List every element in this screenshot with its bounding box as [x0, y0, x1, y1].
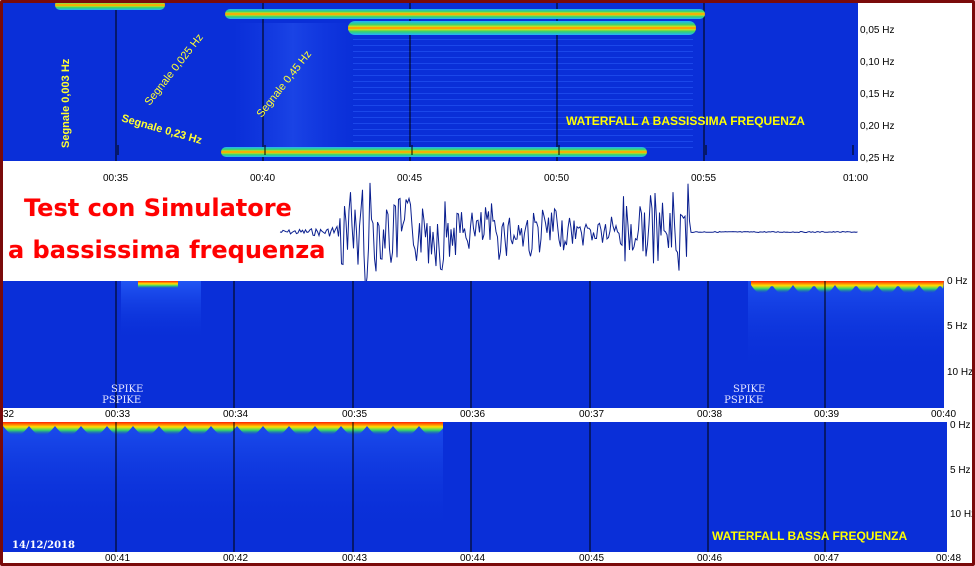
bot-freq-tick: 10 Hz	[950, 509, 975, 520]
mid-time-tick: 00:40	[931, 409, 957, 420]
bot-time-tick: 00:47	[814, 553, 840, 564]
mid-time-tick: 00:34	[223, 409, 249, 420]
bot-time-tick: 00:42	[223, 553, 249, 564]
spike-label-right: SPIKE PSPIKE	[722, 384, 765, 406]
top-waterfall-title: WATERFALL A BASSISSIMA FREQUENZA	[566, 114, 805, 128]
top-waterfall-canvas	[3, 3, 858, 161]
mid-freq-tick: 0 Hz	[947, 276, 968, 287]
bot-time-tick: 00:46	[697, 553, 723, 564]
mid-time-tick: 00:38	[697, 409, 723, 420]
bot-time-tick: 00:48	[936, 553, 962, 564]
bot-time-tick: 00:41	[105, 553, 131, 564]
mid-time-tick: 00:35	[342, 409, 368, 420]
pspike-text: PSPIKE	[724, 395, 764, 406]
bot-time-tick: 00:44	[460, 553, 486, 564]
band-0003hz	[55, 3, 165, 10]
top-freq-tick: 0,15 Hz	[860, 89, 895, 100]
mid-time-tick: 00:39	[814, 409, 840, 420]
mid-time-tick: 00:36	[460, 409, 486, 420]
top-freq-tick: 0,10 Hz	[860, 57, 895, 68]
top-waterfall	[3, 3, 858, 161]
pspike-text: PSPIKE	[102, 395, 142, 406]
band-045hz	[348, 21, 696, 35]
band-0025hz	[225, 9, 705, 19]
top-freq-tick: 0,20 Hz	[860, 121, 895, 132]
date-label: 14/12/2018	[12, 540, 75, 551]
mid-time-tick: 32	[3, 409, 15, 420]
top-freq-tick: 0,05 Hz	[860, 25, 895, 36]
mid-time-tick: 00:37	[579, 409, 605, 420]
annotation-0003: Segnale 0,003 Hz	[60, 58, 72, 148]
bottom-waterfall-title: WATERFALL BASSA FREQUENZA	[712, 529, 908, 543]
bot-freq-tick: 5 Hz	[950, 465, 971, 476]
bot-freq-tick: 0 Hz	[950, 420, 971, 431]
headline-line1: Test con Simulatore	[24, 194, 292, 222]
mid-freq-tick: 5 Hz	[947, 321, 968, 332]
spike-text: SPIKE	[111, 384, 144, 395]
middle-waterfall	[3, 281, 944, 408]
spike-text: SPIKE	[733, 384, 766, 395]
headline-line2: a bassissima frequenza	[8, 236, 326, 264]
bot-time-tick: 00:43	[342, 553, 368, 564]
bot-time-tick: 00:45	[579, 553, 605, 564]
mid-time-tick: 00:33	[105, 409, 131, 420]
spike-label-left: SPIKE PSPIKE	[100, 384, 143, 406]
mid-freq-tick: 10 Hz	[947, 367, 974, 378]
